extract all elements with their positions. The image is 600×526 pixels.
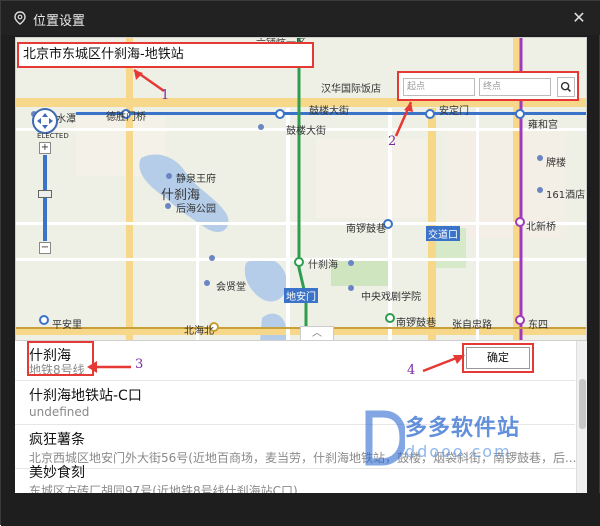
zoom-slider[interactable]: + −	[38, 142, 52, 256]
window-footer	[1, 493, 600, 526]
map-label: 南锣鼓巷	[396, 318, 436, 329]
result-address: undefined	[29, 405, 90, 419]
map-view[interactable]: 六铺炕一区 积水潭 德胜门桥 汉华国际饭店 鼓楼大街 安定门 雍和宫 鼓楼大街 …	[15, 37, 587, 341]
map-label: 雍和宫	[528, 120, 558, 131]
annotation-1: 1	[161, 88, 170, 103]
map-label: 平安里	[52, 320, 82, 331]
map-label: 汉华国际饭店	[321, 84, 381, 95]
annotation-2: 2	[388, 134, 397, 149]
map-label: 交道口	[426, 226, 460, 241]
annotation-3: 3	[135, 357, 144, 372]
map-label: 东四	[528, 320, 548, 331]
route-search: 起点 终点	[397, 71, 579, 101]
search-icon[interactable]	[557, 77, 575, 97]
pan-control[interactable]	[32, 108, 58, 134]
confirm-button[interactable]: 确定	[466, 347, 530, 369]
map-label: 德胜门桥	[106, 112, 146, 123]
watermark: 多多软件站 ddooo.com	[365, 406, 585, 476]
map-label: 会贤堂	[216, 282, 246, 293]
route-end-input[interactable]: 终点	[479, 78, 551, 96]
map-label: 后海公园	[176, 204, 216, 215]
map-label: 张自忠路	[452, 320, 492, 331]
location-settings-window: 位置设置 ✕ 积水潭 德胜门桥 汉华国际饭店 鼓楼大街 安定门 雍和宫 鼓楼大街…	[0, 0, 600, 526]
zoom-out-button[interactable]: −	[39, 242, 51, 254]
map-label: 什刹海	[308, 260, 338, 271]
annotation-arrow-4	[422, 355, 465, 373]
collapse-map-button[interactable]: ︿	[300, 326, 334, 340]
map-label: 牌楼	[546, 158, 566, 169]
result-address: 东城区方砖厂胡同97号(近地铁8号线什刹海站C口)	[29, 484, 298, 493]
watermark-logo-icon	[365, 410, 405, 466]
map-label: 中央戏剧学院	[361, 292, 421, 303]
annotation-4: 4	[407, 363, 416, 378]
zoom-in-button[interactable]: +	[39, 142, 51, 154]
zoom-knob[interactable]	[38, 190, 52, 198]
window-title: 位置设置	[33, 14, 86, 29]
map-type-label: ELECTED	[37, 132, 69, 140]
map-label: 161酒店	[546, 190, 586, 201]
map-label: 鼓楼大街	[286, 126, 326, 137]
watermark-text: 多多软件站	[405, 416, 521, 441]
map-label: 地安门	[284, 288, 318, 303]
zoom-track[interactable]	[43, 155, 47, 241]
route-start-input[interactable]: 起点	[403, 78, 475, 96]
map-label: 安定门	[439, 106, 469, 117]
map-label: 静泉王府	[176, 174, 216, 185]
watermark-url: ddooo.com	[405, 442, 512, 461]
map-label: 南锣鼓巷	[346, 224, 386, 235]
pan-arrows-icon	[37, 113, 53, 129]
result-name: 什刹海地铁站-C口	[29, 388, 142, 404]
address-search-input[interactable]: 北京市东城区什刹海-地铁站	[17, 42, 314, 68]
location-pin-icon	[14, 11, 26, 25]
map-label: 鼓楼大街	[309, 106, 349, 117]
annotation-arrow-3	[87, 361, 131, 373]
result-name: 美妙食刻	[29, 465, 85, 481]
map-label: 北新桥	[526, 222, 556, 233]
map-label: 北海北	[184, 326, 214, 337]
result-name: 疯狂薯条	[29, 432, 85, 448]
title-bar: 位置设置 ✕	[1, 1, 600, 35]
close-icon[interactable]: ✕	[569, 8, 589, 28]
